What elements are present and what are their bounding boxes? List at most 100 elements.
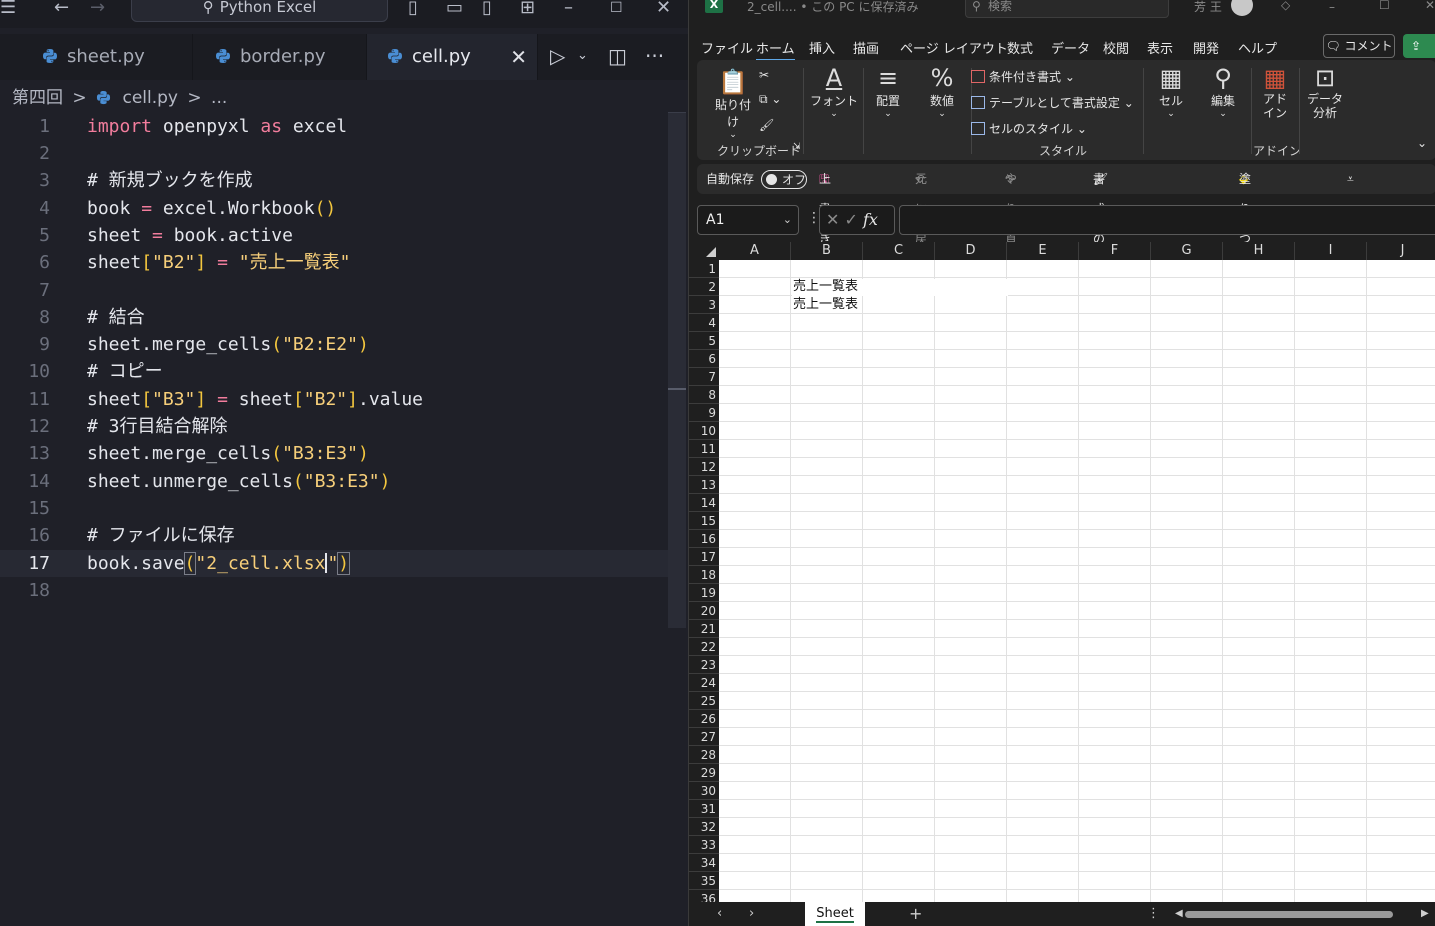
row-header-34[interactable]: 34 xyxy=(689,854,719,872)
row-header-31[interactable]: 31 xyxy=(689,800,719,818)
cancel-icon[interactable]: ✕ xyxy=(826,210,839,229)
column-header-b[interactable]: B xyxy=(791,242,863,260)
column-header-d[interactable]: D xyxy=(935,242,1007,260)
row-header-19[interactable]: 19 xyxy=(689,584,719,602)
row-header-35[interactable]: 35 xyxy=(689,872,719,890)
more-actions-icon[interactable]: ··· xyxy=(645,42,664,70)
column-header-c[interactable]: C xyxy=(863,242,935,260)
row-header-30[interactable]: 30 xyxy=(689,782,719,800)
split-editor-icon[interactable]: ◫ xyxy=(608,42,627,70)
row-header-13[interactable]: 13 xyxy=(689,476,719,494)
breadcrumb-folder[interactable]: 第四回 xyxy=(12,88,63,108)
column-header-e[interactable]: E xyxy=(1007,242,1079,260)
tab-formulas[interactable]: 数式 xyxy=(1007,38,1033,57)
close-window-icon[interactable]: ✕ xyxy=(1425,0,1435,12)
autosave-toggle[interactable]: オフ xyxy=(761,170,807,189)
maximize-icon[interactable]: ☐ xyxy=(610,0,623,20)
column-header-a[interactable]: A xyxy=(719,242,791,260)
tab-cell-py[interactable]: cell.py ✕ xyxy=(367,34,538,80)
tab-draw[interactable]: 描画 xyxy=(853,38,879,57)
customize-toolbar-icon[interactable]: ⩡ xyxy=(1347,164,1354,194)
row-header-21[interactable]: 21 xyxy=(689,620,719,638)
row-header-18[interactable]: 18 xyxy=(689,566,719,584)
cell-styles-button[interactable]: セルのスタイル ⌄ xyxy=(971,120,1087,137)
close-tab-icon[interactable]: ✕ xyxy=(510,34,527,80)
comment-button[interactable]: 🗨 コメント xyxy=(1323,34,1395,58)
row-header-28[interactable]: 28 xyxy=(689,746,719,764)
row-header-11[interactable]: 11 xyxy=(689,440,719,458)
row-header-25[interactable]: 25 xyxy=(689,692,719,710)
cut-icon[interactable]: ✂ xyxy=(759,68,769,82)
row-header-27[interactable]: 27 xyxy=(689,728,719,746)
tab-help[interactable]: ヘルプ xyxy=(1238,38,1277,57)
add-sheet-icon[interactable]: + xyxy=(909,902,922,926)
scroll-right-icon[interactable]: ▶ xyxy=(1421,902,1429,926)
document-title[interactable]: 2_cell.... • この PC に保存済み xyxy=(747,0,919,14)
cell-b3[interactable]: 売上一覧表 xyxy=(793,296,858,314)
split-grip-icon[interactable]: ⋮ xyxy=(1147,902,1160,926)
row-header-10[interactable]: 10 xyxy=(689,422,719,440)
row-header-14[interactable]: 14 xyxy=(689,494,719,512)
customize-layout-icon[interactable]: ⊞ xyxy=(520,0,535,20)
scrollbar-thumb[interactable] xyxy=(668,112,686,628)
tab-border-py[interactable]: border.py xyxy=(193,34,367,80)
row-header-1[interactable]: 1 xyxy=(689,260,719,278)
row-header-6[interactable]: 6 xyxy=(689,350,719,368)
row-header-9[interactable]: 9 xyxy=(689,404,719,422)
sheet-tab[interactable]: Sheet xyxy=(805,902,865,926)
row-header-22[interactable]: 22 xyxy=(689,638,719,656)
editor-vertical-scrollbar[interactable] xyxy=(668,112,688,926)
cell-b2[interactable]: 売上一覧表 xyxy=(793,278,858,296)
row-header-26[interactable]: 26 xyxy=(689,710,719,728)
row-header-20[interactable]: 20 xyxy=(689,602,719,620)
next-sheet-icon[interactable]: › xyxy=(749,902,754,926)
formula-bar[interactable] xyxy=(899,205,1435,235)
code-editor[interactable]: 1 import openpyxl as excel 2 3 # 新規ブックを作成 … xyxy=(0,112,688,926)
name-box[interactable]: A1 ⌄ xyxy=(697,205,799,235)
close-window-icon[interactable]: ✕ xyxy=(656,0,671,20)
breadcrumb-symbol[interactable]: ... xyxy=(211,88,227,108)
scrollbar-thumb[interactable] xyxy=(1185,911,1393,918)
format-painter-icon[interactable]: 🖌 xyxy=(759,118,774,132)
column-header-h[interactable]: H xyxy=(1223,242,1295,260)
prev-sheet-icon[interactable]: ‹ xyxy=(717,902,722,926)
toggle-panel-icon[interactable]: ▭ xyxy=(446,0,463,20)
tab-home[interactable]: ホーム xyxy=(756,38,795,61)
tab-insert[interactable]: 挿入 xyxy=(809,38,835,57)
minimize-icon[interactable]: – xyxy=(564,0,573,20)
insert-function-icon[interactable]: fx xyxy=(863,210,878,229)
toggle-secondary-sidebar-icon[interactable]: ▯ xyxy=(482,0,492,20)
toggle-primary-sidebar-icon[interactable]: ▯ xyxy=(408,0,418,20)
row-header-4[interactable]: 4 xyxy=(689,314,719,332)
ribbon-collapse-chevron-icon[interactable]: ⌄ xyxy=(1417,136,1427,150)
enter-icon[interactable]: ✓ xyxy=(845,210,858,229)
redo-button[interactable]: ↷ やり直し ⌄ xyxy=(1005,164,1017,276)
select-all-corner[interactable] xyxy=(689,242,719,260)
avatar[interactable] xyxy=(1231,0,1253,16)
maximize-icon[interactable]: ☐ xyxy=(1379,0,1390,12)
command-center-search[interactable]: ⚲ Python Excel xyxy=(131,0,388,22)
copy-icon[interactable]: ⧉ ⌄ xyxy=(759,92,781,107)
row-header-15[interactable]: 15 xyxy=(689,512,719,530)
column-header-j[interactable]: J xyxy=(1367,242,1435,260)
row-header-17[interactable]: 17 xyxy=(689,548,719,566)
column-header-i[interactable]: I xyxy=(1295,242,1367,260)
row-header-32[interactable]: 32 xyxy=(689,818,719,836)
row-header-2[interactable]: 2 xyxy=(689,278,719,296)
conditional-format-button[interactable]: 条件付き書式 ⌄ xyxy=(971,68,1075,85)
search-box[interactable]: ⚲ 検索 xyxy=(965,0,1169,18)
run-python-icon[interactable]: ▷ xyxy=(550,42,565,70)
undo-button[interactable]: ↶ 元に戻す ⌄ xyxy=(915,164,927,276)
horizontal-scrollbar[interactable]: ◀ ▶ xyxy=(1175,908,1431,919)
paste-button[interactable]: 📋 貼り付け ⌄ xyxy=(711,68,755,140)
scroll-left-icon[interactable]: ◀ xyxy=(1175,902,1183,926)
back-arrow-icon[interactable]: ← xyxy=(54,0,69,20)
breadcrumb-file[interactable]: cell.py xyxy=(122,88,178,108)
row-header-36[interactable]: 36 xyxy=(689,890,719,902)
run-dropdown-chevron-icon[interactable]: ⌄ xyxy=(577,42,588,70)
diamond-icon[interactable]: ◇ xyxy=(1281,0,1290,12)
tab-data[interactable]: データ xyxy=(1051,38,1090,57)
row-header-24[interactable]: 24 xyxy=(689,674,719,692)
cells-button[interactable]: ▦ セル ⌄ xyxy=(1149,64,1193,119)
editing-button[interactable]: ⚲ 編集 ⌄ xyxy=(1201,64,1245,119)
